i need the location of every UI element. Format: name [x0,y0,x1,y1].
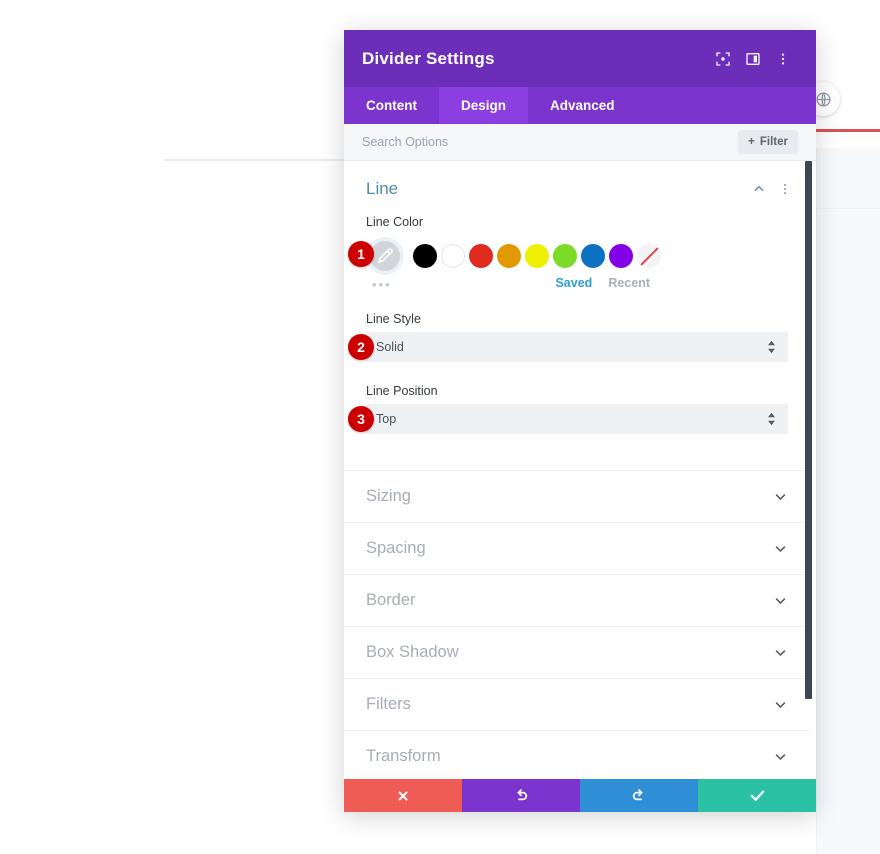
chevron-up-icon[interactable] [752,182,766,196]
line-position-value: Top [376,412,397,426]
plus-icon: + [748,136,755,148]
swatch-yellow[interactable] [525,244,549,268]
swatch-black[interactable] [413,244,437,268]
line-style-select[interactable]: Solid [366,332,788,362]
divider-settings-modal: Divider Settings Content Design Advanced… [344,30,816,812]
swatch-orange[interactable] [497,244,521,268]
section-label: Transform [366,747,441,765]
chevron-down-icon [773,697,788,712]
swatch-blue[interactable] [581,244,605,268]
section-label: Box Shadow [366,643,459,661]
line-section-title: Line [366,179,399,198]
line-position-label: Line Position [366,384,438,398]
line-section: Line Line Color 1 ••• Saved Recent Line … [344,161,810,452]
line-style-value: Solid [376,340,404,354]
swatch-white[interactable] [441,244,465,268]
undo-button[interactable] [462,779,580,812]
layout-icon[interactable] [738,44,768,74]
step-badge-1: 1 [348,241,374,267]
line-position-field: 3 Top [344,404,810,434]
line-color-swatch-row: 1 [344,235,810,275]
chevron-down-icon [773,541,788,556]
page-title: Divider Settings [362,48,495,68]
swatch-green[interactable] [553,244,577,268]
filter-button[interactable]: + Filter [738,130,798,154]
chevron-updown-icon [767,412,776,426]
more-vertical-icon[interactable] [778,182,792,196]
step-badge-3: 3 [348,406,374,432]
saved-colors-tab[interactable]: Saved [555,276,592,290]
chevron-down-icon [773,749,788,764]
step-badge-2: 2 [348,334,374,360]
cancel-button[interactable] [344,779,462,812]
line-style-label: Line Style [366,312,421,326]
chevron-updown-icon [767,340,776,354]
modal-body: Line Line Color 1 ••• Saved Recent Line … [344,161,816,779]
chevron-down-icon [773,645,788,660]
tab-advanced[interactable]: Advanced [528,87,637,124]
more-vertical-icon[interactable] [768,44,798,74]
section-label: Filters [366,695,411,713]
filter-button-label: Filter [759,136,788,148]
section-box-shadow[interactable]: Box Shadow [344,627,810,679]
checkmark-icon [750,790,764,801]
section-label: Spacing [366,539,426,557]
line-section-header[interactable]: Line [344,161,810,207]
focus-icon[interactable] [708,44,738,74]
chevron-down-icon [773,489,788,504]
close-icon [398,791,408,800]
recent-colors-tab[interactable]: Recent [608,276,650,290]
section-label: Sizing [366,487,411,505]
section-border[interactable]: Border [344,575,810,627]
section-spacing[interactable]: Spacing [344,523,810,575]
swatch-transparent[interactable] [637,244,661,268]
search-input[interactable] [362,135,739,149]
chevron-down-icon [773,593,788,608]
section-transform[interactable]: Transform [344,731,810,779]
section-label: Border [366,591,416,609]
swatch-red[interactable] [469,244,493,268]
scrollbar-track[interactable] [805,161,814,779]
modal-footer [344,779,816,812]
swatch-purple[interactable] [609,244,633,268]
search-row: + Filter [344,124,816,161]
scrollbar-thumb[interactable] [805,161,812,699]
modal-header: Divider Settings [344,30,816,87]
eyedropper-icon [370,241,400,271]
line-color-label: Line Color [366,215,423,229]
saved-recent-toggle: Saved Recent [344,276,810,290]
collapsed-sections-list: Sizing Spacing Border Box Shadow Filters… [344,470,810,779]
tab-content[interactable]: Content [344,87,439,124]
redo-button[interactable] [580,779,698,812]
section-sizing[interactable]: Sizing [344,471,810,523]
modal-tabs: Content Design Advanced [344,87,816,124]
save-button[interactable] [698,779,816,812]
section-filters[interactable]: Filters [344,679,810,731]
tab-design[interactable]: Design [439,87,529,124]
undo-icon [517,788,528,800]
redo-icon [632,788,643,800]
background-right-panel [816,148,880,854]
line-position-select[interactable]: Top [366,404,788,434]
line-style-field: 2 Solid [344,332,810,362]
